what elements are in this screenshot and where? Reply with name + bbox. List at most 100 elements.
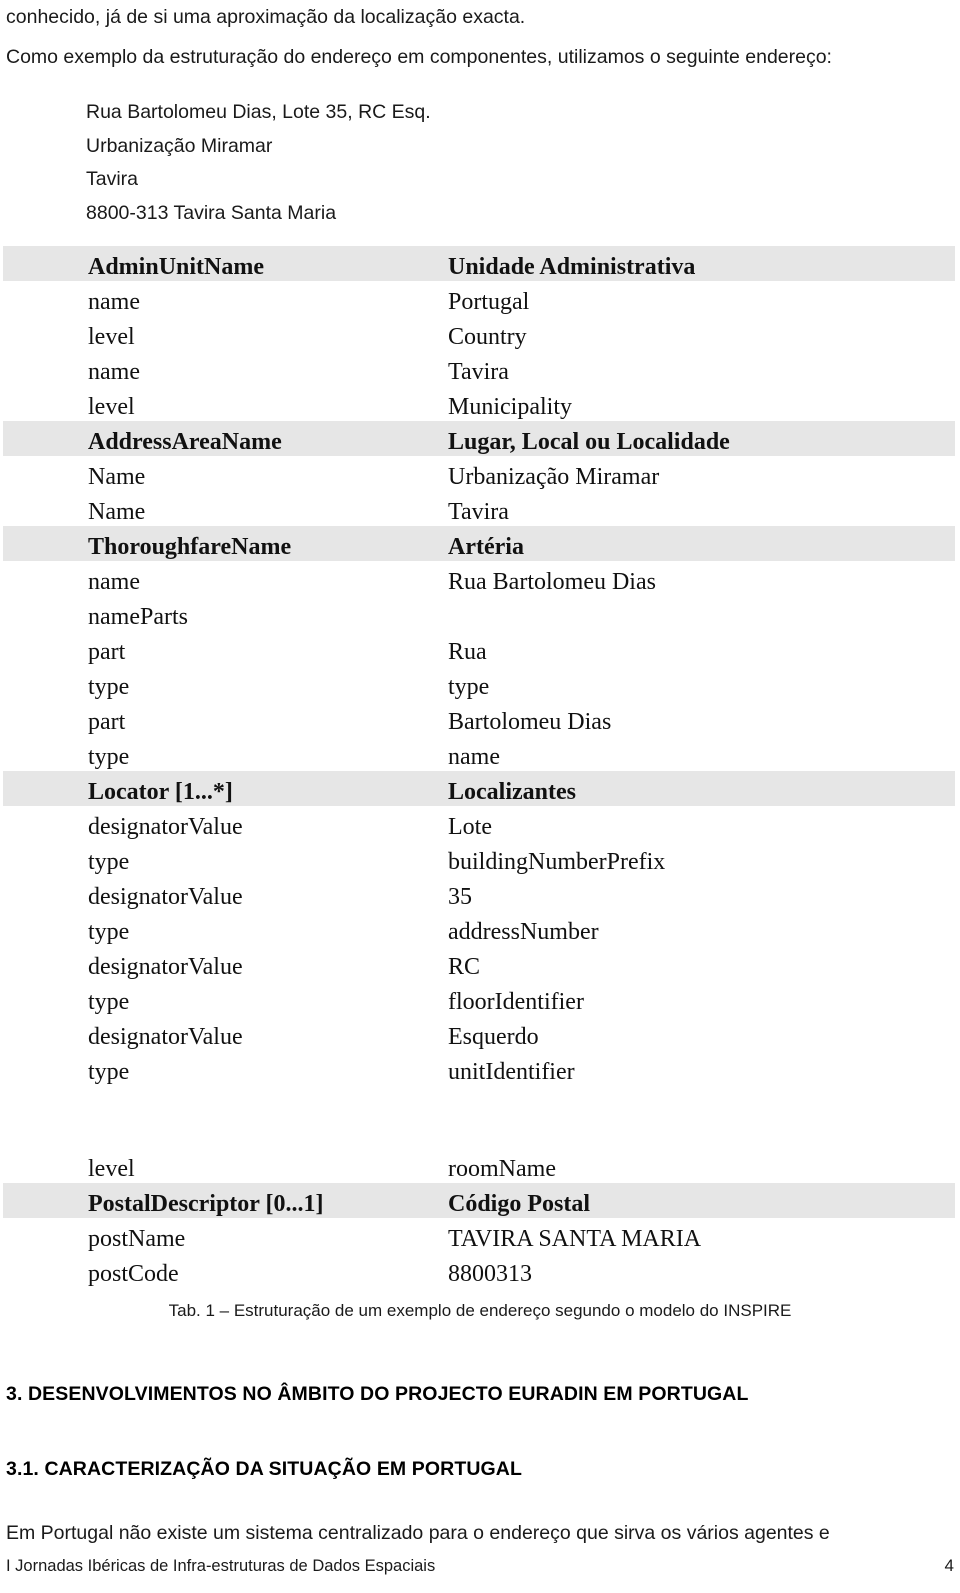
table-cell-key: name	[3, 281, 365, 316]
table-cell-value: Código Postal	[365, 1183, 955, 1218]
address-line-area: Urbanização Miramar	[86, 134, 273, 157]
table-cell-key: part	[3, 631, 365, 666]
table-cell-key: ThoroughfareName	[3, 526, 365, 561]
table-key-text: designatorValue	[88, 1023, 243, 1050]
footer-page-number: 4	[944, 1556, 954, 1575]
table-row: type buildingNumberPrefix	[3, 841, 955, 876]
table-row: type name	[3, 736, 955, 771]
table-page-break-gap	[3, 1086, 955, 1148]
table-cell-key: postName	[3, 1218, 365, 1253]
table-value-text: unitIdentifier	[448, 1058, 575, 1085]
table-row: type addressNumber	[3, 911, 955, 946]
table-key-text: type	[88, 743, 130, 770]
table-cell-value: type	[365, 666, 955, 701]
table-cell-value	[365, 1086, 955, 1148]
table-key-text: postName	[88, 1225, 186, 1252]
table-section-header-row: PostalDescriptor [0...1] Código Postal	[3, 1183, 955, 1218]
table-value-text: Rua	[448, 638, 487, 665]
table-cell-value: unitIdentifier	[365, 1051, 955, 1086]
table-value-text: Esquerdo	[448, 1023, 539, 1050]
section-heading-3-1: 3.1. CARACTERIZAÇÃO DA SITUAÇÃO EM PORTU…	[6, 1458, 523, 1480]
table-row: level Country	[3, 316, 955, 351]
table-cell-key: level	[3, 316, 365, 351]
table-row: postName TAVIRA SANTA MARIA	[3, 1218, 955, 1253]
table-key-text: name	[88, 358, 140, 385]
table-cell-value: floorIdentifier	[365, 981, 955, 1016]
table-cell-value: Tavira	[365, 351, 955, 386]
table-key-text: AddressAreaName	[88, 428, 282, 455]
table-value-text: name	[448, 743, 500, 770]
table-row: type type	[3, 666, 955, 701]
table-cell-value: 35	[365, 876, 955, 911]
table-value-text: 8800313	[448, 1260, 532, 1287]
table-cell-value: 8800313	[365, 1253, 955, 1288]
table-value-text: Bartolomeu Dias	[448, 708, 612, 735]
table-cell-key	[3, 1086, 365, 1148]
table-key-text: type	[88, 988, 130, 1015]
table-value-text: Municipality	[448, 393, 572, 420]
table-value-text: Artéria	[448, 533, 524, 560]
table-cell-value: Lugar, Local ou Localidade	[365, 421, 955, 456]
table-row: name Rua Bartolomeu Dias	[3, 561, 955, 596]
table-value-text: RC	[448, 953, 481, 980]
table-row: Name Tavira	[3, 491, 955, 526]
example-intro-paragraph: Como exemplo da estruturação do endereço…	[6, 46, 832, 68]
table-key-text: name	[88, 288, 140, 315]
table-cell-value: Municipality	[365, 386, 955, 421]
address-example-block: Rua Bartolomeu Dias, Lote 35, RC Esq. Ur…	[86, 96, 786, 230]
table-row: name Tavira	[3, 351, 955, 386]
table-cell-value: Rua Bartolomeu Dias	[365, 561, 955, 596]
table-cell-key: part	[3, 701, 365, 736]
table-cell-key: name	[3, 561, 365, 596]
table-cell-value: roomName	[365, 1148, 955, 1183]
table-cell-key: Name	[3, 491, 365, 526]
table-cell-value: Unidade Administrativa	[365, 246, 955, 281]
table-section-header-row: AdminUnitName Unidade Administrativa	[3, 246, 955, 281]
table-key-text: part	[88, 638, 126, 665]
table-cell-key: level	[3, 1148, 365, 1183]
table-row: type floorIdentifier	[3, 981, 955, 1016]
table-key-text: ThoroughfareName	[88, 533, 292, 560]
table-cell-key: AddressAreaName	[3, 421, 365, 456]
table-cell-key: type	[3, 841, 365, 876]
table-value-text: Lugar, Local ou Localidade	[448, 428, 730, 455]
table-cell-key: Locator [1...*]	[3, 771, 365, 806]
table-cell-key: nameParts	[3, 596, 365, 631]
table-key-text: designatorValue	[88, 813, 243, 840]
table-cell-value: Esquerdo	[365, 1016, 955, 1051]
table-cell-key: PostalDescriptor [0...1]	[3, 1183, 365, 1218]
table-cell-key: type	[3, 736, 365, 771]
table-value-text: roomName	[448, 1155, 556, 1182]
table-cell-key: designatorValue	[3, 946, 365, 981]
table-cell-key: level	[3, 386, 365, 421]
table-cell-key: Name	[3, 456, 365, 491]
table-row: name Portugal	[3, 281, 955, 316]
table-value-text: Localizantes	[448, 778, 576, 805]
table-value-text: addressNumber	[448, 918, 599, 945]
address-line-street: Rua Bartolomeu Dias, Lote 35, RC Esq.	[86, 101, 431, 123]
table-cell-value: Urbanização Miramar	[365, 456, 955, 491]
section-heading-3: 3. DESENVOLVIMENTOS NO ÂMBITO DO PROJECT…	[6, 1383, 749, 1405]
table-caption: Tab. 1 – Estruturação de um exemplo de e…	[168, 1301, 792, 1320]
table-cell-value: Lote	[365, 806, 955, 841]
table-key-text: Locator [1...*]	[88, 778, 233, 805]
table-key-text: postCode	[88, 1260, 179, 1287]
address-line-city: Tavira	[86, 168, 139, 191]
table-key-text: designatorValue	[88, 883, 243, 910]
intro-paragraph: conhecido, já de si uma aproximação da l…	[6, 6, 526, 28]
table-cell-value	[365, 596, 955, 631]
table-section-header-row: Locator [1...*] Localizantes	[3, 771, 955, 806]
table-row: designatorValue RC	[3, 946, 955, 981]
table-cell-value: buildingNumberPrefix	[365, 841, 955, 876]
table-value-text: Urbanização Miramar	[448, 463, 660, 490]
table-key-text: name	[88, 568, 140, 595]
table-cell-key: type	[3, 981, 365, 1016]
table-value-text: Unidade Administrativa	[448, 253, 696, 280]
table-row: part Bartolomeu Dias	[3, 701, 955, 736]
table-row: Name Urbanização Miramar	[3, 456, 955, 491]
table-key-text: AdminUnitName	[88, 253, 265, 280]
table-row: part Rua	[3, 631, 955, 666]
table-cell-value: TAVIRA SANTA MARIA	[365, 1218, 955, 1253]
table-row: postCode 8800313	[3, 1253, 955, 1288]
table-key-text: nameParts	[88, 603, 188, 630]
